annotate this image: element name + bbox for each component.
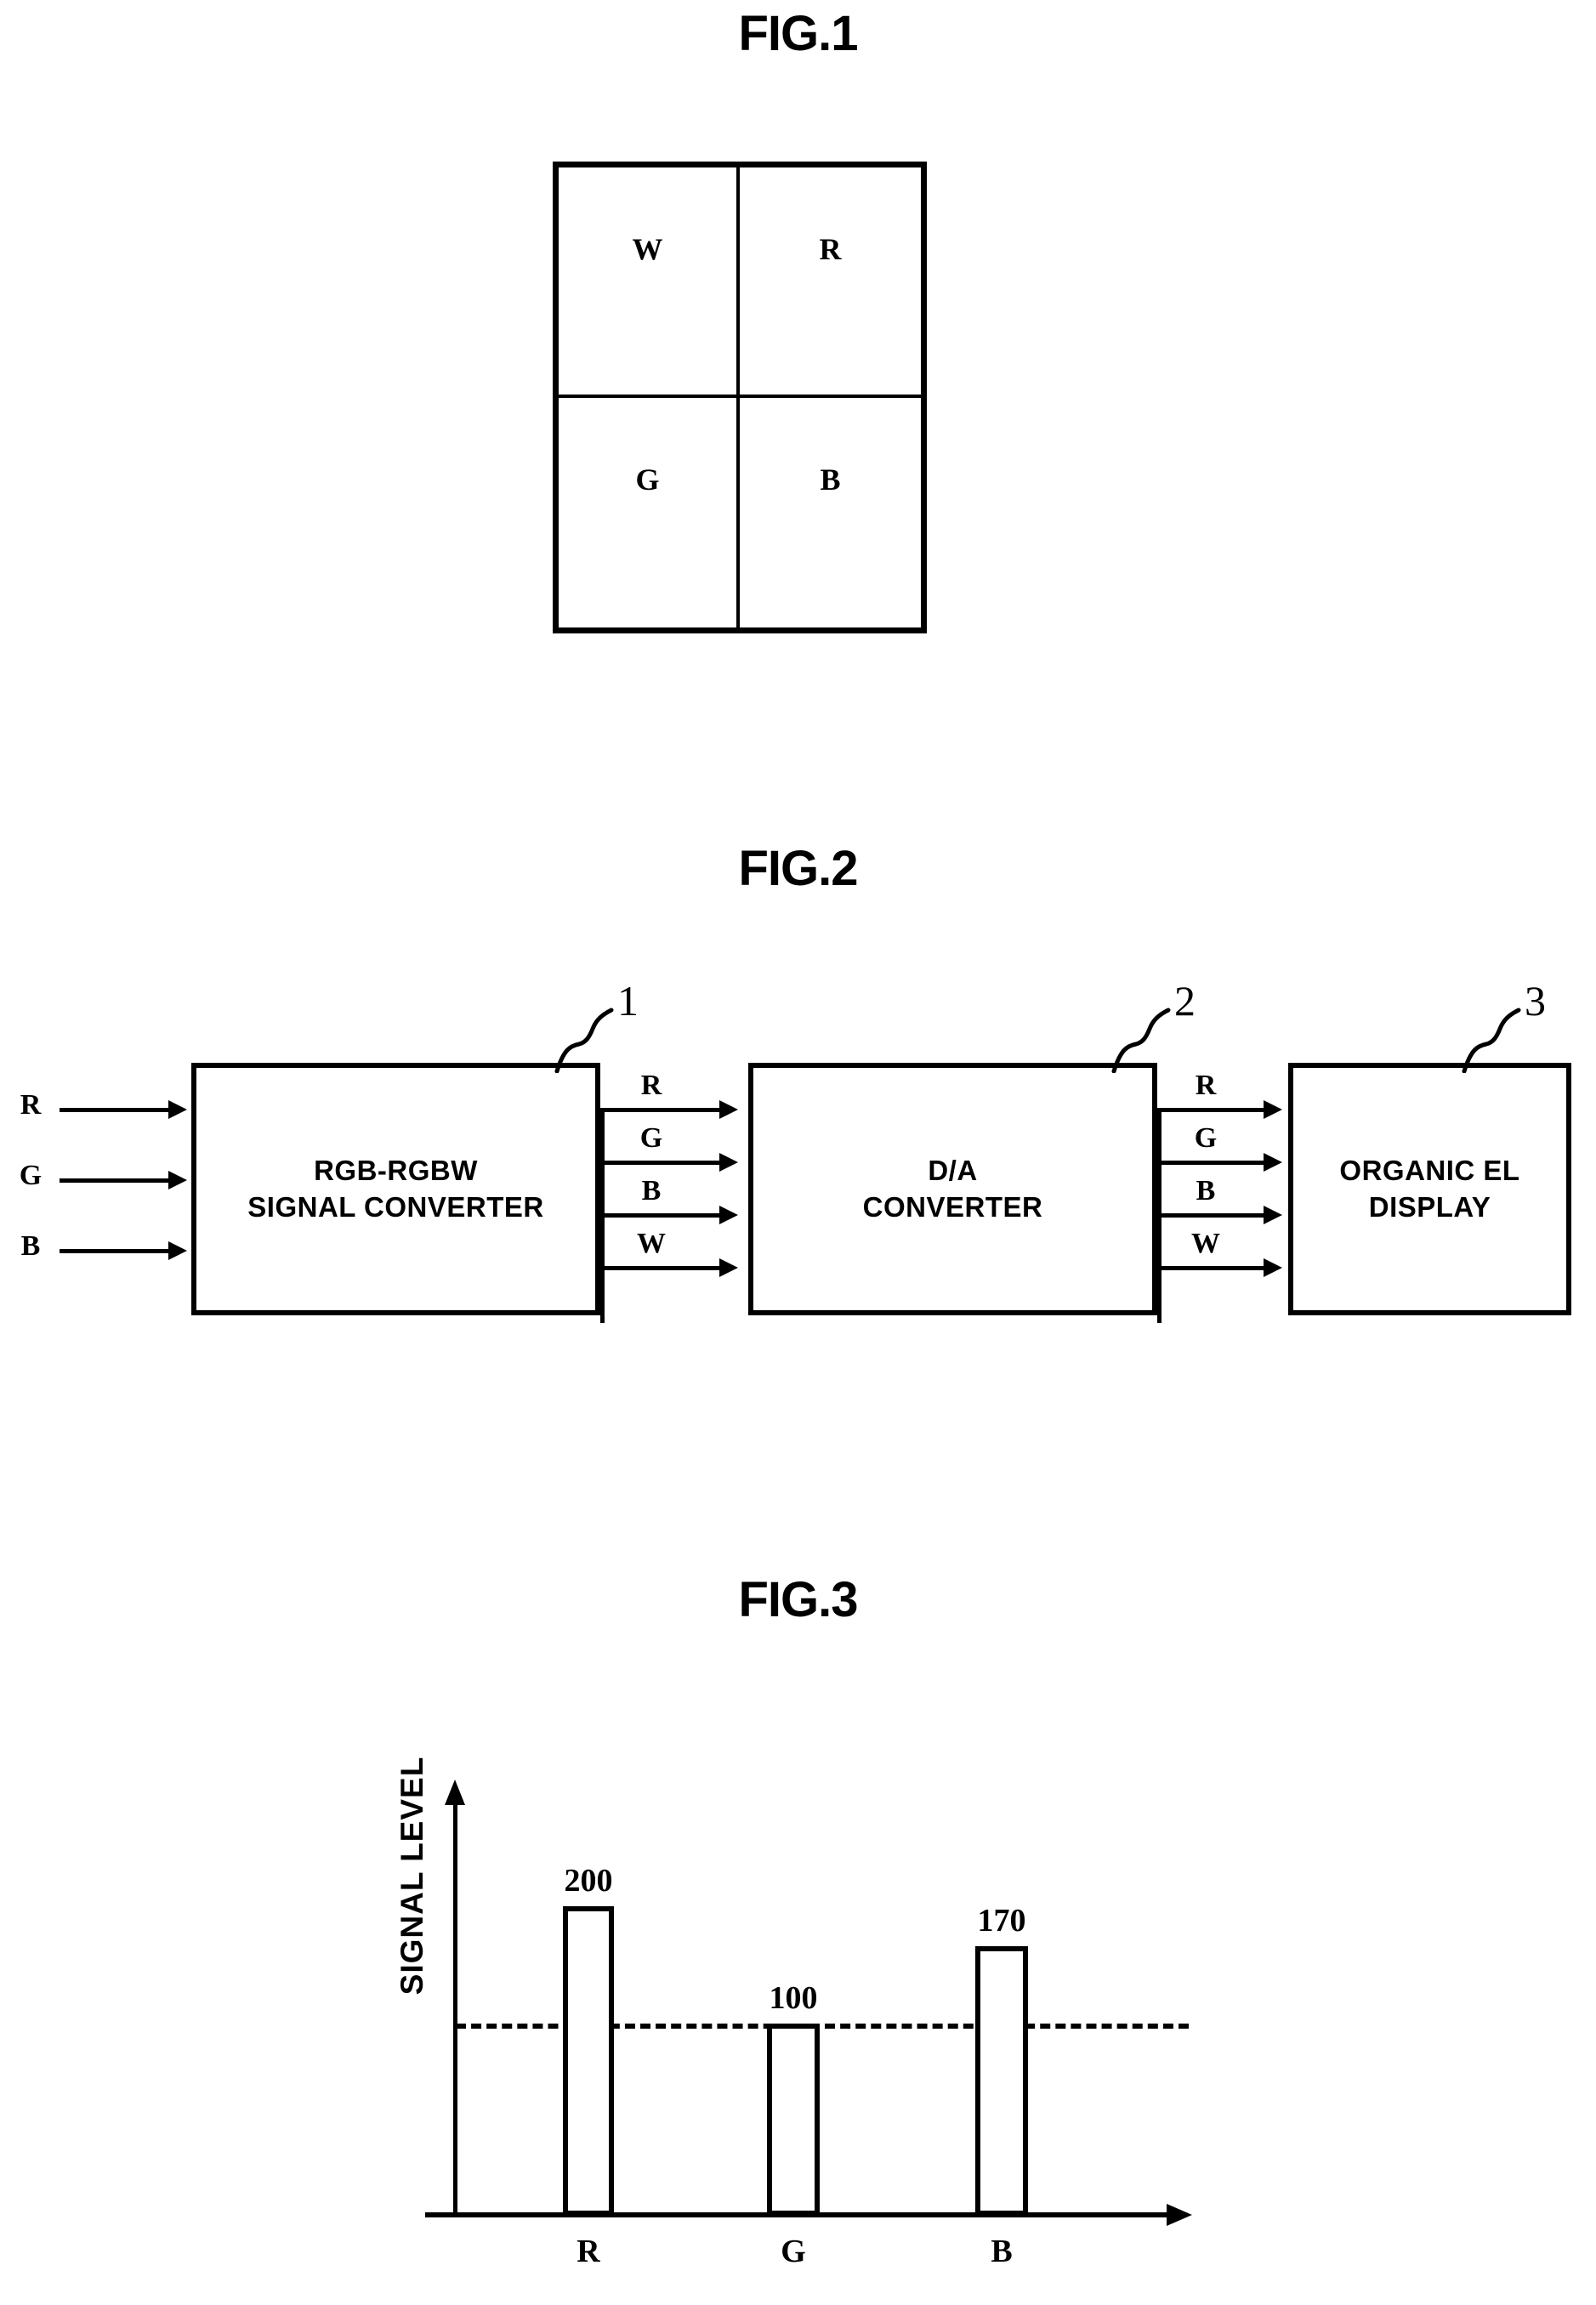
fig2-input-label-r: R — [20, 1089, 42, 1121]
fig2-input-arrow-r — [168, 1100, 187, 1119]
fig2-block2-line2: CONVERTER — [862, 1190, 1043, 1223]
chart-bar-g — [767, 2024, 820, 2216]
fig2-bus2-label-r: R — [1195, 1070, 1217, 1101]
fig2-input-line-r — [60, 1108, 174, 1112]
chart-bar-b — [975, 1946, 1028, 2216]
fig2-block1-line1: RGB-RGBW — [314, 1155, 478, 1187]
chart-x-axis-arrow-icon — [1167, 2204, 1192, 2226]
fig2-input-label-b: B — [20, 1230, 41, 1262]
chart-bar-value-r: 200 — [564, 1863, 613, 1899]
fig2-bus1-arrow-g — [719, 1153, 738, 1172]
fig2-bus2-label-b: B — [1196, 1175, 1216, 1206]
fig2-bus2-arrow-g — [1264, 1153, 1282, 1172]
fig2-bus2-line-b — [1157, 1213, 1268, 1218]
fig2-lead-line-3 — [1462, 1008, 1521, 1073]
chart-bar-value-b: 170 — [977, 1903, 1026, 1939]
fig2-bus1-arrow-w — [719, 1258, 738, 1277]
fig2-block1-line2: SIGNAL CONVERTER — [247, 1190, 544, 1223]
fig2-block-da-converter: D/A CONVERTER — [748, 1063, 1157, 1315]
patent-figure-sheet: FIG.1 W R G B FIG.2 R G B RGB-RGBW SIGNA… — [0, 0, 1596, 2305]
fig2-bus1-label-g: G — [639, 1122, 663, 1154]
fig2-bus1-arrow-b — [719, 1206, 738, 1224]
fig2-block-signal-converter: RGB-RGBW SIGNAL CONVERTER — [191, 1063, 600, 1315]
fig2-input-label-g: G — [19, 1160, 43, 1191]
chart-bar-r — [563, 1906, 614, 2216]
fig2-bus2-line-g — [1157, 1161, 1268, 1165]
fig2-bus1-label-w: W — [637, 1228, 666, 1259]
fig2-lead-line-2 — [1111, 1008, 1171, 1073]
chart-x-tick-label-b: B — [991, 2234, 1013, 2269]
chart-x-tick-label-g: G — [781, 2234, 806, 2269]
fig2-bus2-line-r — [1157, 1108, 1268, 1112]
fig2-input-arrow-g — [168, 1171, 187, 1189]
fig2-block-organic-el-display: ORGANIC EL DISPLAY — [1288, 1063, 1571, 1315]
fig2-bus1-arrow-r — [719, 1100, 738, 1119]
fig2-block3-line1: ORGANIC EL — [1339, 1155, 1520, 1187]
fig2-bus2-arrow-w — [1264, 1258, 1282, 1277]
fig2-ref-number-3: 3 — [1525, 977, 1546, 1025]
fig2-input-line-g — [60, 1178, 174, 1183]
fig2-bus1-line-g — [600, 1161, 724, 1165]
fig2-bus1-line-b — [600, 1213, 724, 1218]
fig2-bus2-label-g: G — [1194, 1122, 1218, 1154]
fig2-block3-line2: DISPLAY — [1368, 1190, 1491, 1223]
fig2-bus1-label-r: R — [640, 1070, 662, 1101]
fig2-bus1-line-w — [600, 1266, 724, 1270]
chart-y-axis — [453, 1801, 457, 2217]
fig2-lead-line-1 — [554, 1008, 614, 1073]
fig2-input-arrow-b — [168, 1241, 187, 1260]
chart-bar-value-g: 100 — [769, 1980, 818, 2016]
chart-x-tick-label-r: R — [576, 2234, 600, 2269]
fig2-bus2-arrow-r — [1264, 1100, 1282, 1119]
fig2-block2-line1: D/A — [928, 1155, 978, 1187]
fig2-bus1-line-r — [600, 1108, 724, 1112]
chart-y-axis-arrow-icon — [445, 1780, 465, 1805]
fig2-input-line-b — [60, 1249, 174, 1253]
fig2-bus2-arrow-b — [1264, 1206, 1282, 1224]
fig2-bus2-label-w: W — [1191, 1228, 1220, 1259]
fig2-bus2-line-w — [1157, 1266, 1268, 1270]
fig2-ref-number-2: 2 — [1174, 977, 1196, 1025]
fig2-bus1-label-b: B — [641, 1175, 662, 1206]
fig2-ref-number-1: 1 — [617, 977, 639, 1025]
chart-y-axis-label: SIGNAL LEVEL — [395, 1756, 429, 1996]
